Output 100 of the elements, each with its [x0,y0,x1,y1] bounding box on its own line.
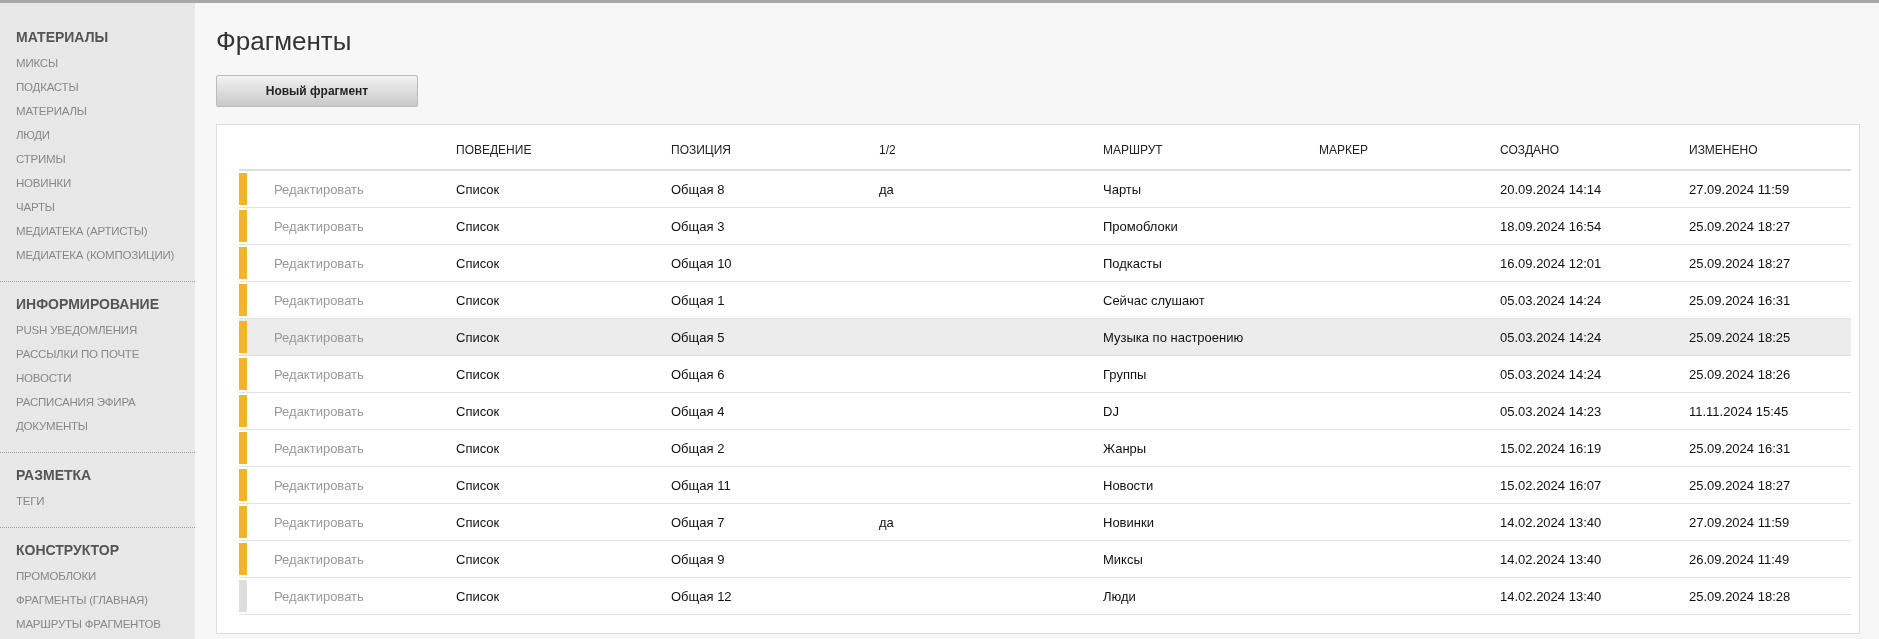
table-cell: Группы [1103,366,1147,382]
edit-link[interactable]: Редактировать [274,440,364,456]
column-header: ПОВЕДЕНИЕ [456,143,533,157]
sidebar-item[interactable]: МАТЕРИАЛЫ [16,99,87,123]
table-cell: 25.09.2024 16:31 [1689,292,1791,308]
table-cell: 26.09.2024 11:49 [1689,551,1790,567]
page-title: Фрагменты [216,25,352,57]
table-cell: Новинки [1103,514,1154,530]
edit-link[interactable]: Редактировать [274,366,364,382]
table-cell: Миксы [1103,551,1143,567]
sidebar-item[interactable]: ФРАГМЕНТЫ (ГЛАВНАЯ) [16,588,148,612]
table-cell: Список [456,255,500,271]
table-cell: 25.09.2024 18:25 [1689,329,1791,345]
sidebar-item[interactable]: МИКСЫ [16,51,58,75]
table-cell: 25.09.2024 18:26 [1689,366,1791,382]
table-cell: 15.02.2024 16:07 [1500,477,1602,493]
table-cell: Чарты [1103,181,1142,197]
edit-link[interactable]: Редактировать [274,181,364,197]
sidebar-section-title: МАТЕРИАЛЫ [16,29,110,45]
table-cell: 05.03.2024 14:24 [1500,366,1602,382]
table-cell: 05.03.2024 14:24 [1500,329,1602,345]
edit-link[interactable]: Редактировать [274,329,364,345]
sidebar-item[interactable]: НОВОСТИ [16,366,72,390]
table-cell: 18.09.2024 16:54 [1500,218,1602,234]
table-cell: 20.09.2024 14:14 [1500,181,1602,197]
table-cell: Список [456,551,500,567]
sidebar-item[interactable]: СТРИМЫ [16,147,66,171]
table-cell: Список [456,366,500,382]
sidebar-item[interactable]: ПРОМОБЛОКИ [16,564,97,588]
table-cell: Общая 10 [671,255,732,271]
table-cell: 25.09.2024 18:27 [1689,218,1791,234]
table-cell: Список [456,477,500,493]
table-cell: 11.11.2024 15:45 [1689,403,1789,419]
table-cell: 16.09.2024 12:01 [1500,255,1602,271]
table-cell: Общая 8 [671,181,725,197]
table-cell: 14.02.2024 13:40 [1500,514,1602,530]
table-cell: Общая 12 [671,588,732,604]
sidebar-item[interactable]: РАССЫЛКИ ПО ПОЧТЕ [16,342,140,366]
table-cell: 05.03.2024 14:24 [1500,292,1602,308]
table-cell: Список [456,588,500,604]
table-cell: 25.09.2024 16:31 [1689,440,1791,456]
column-header: СОЗДАНО [1500,143,1561,157]
table-cell: Список [456,181,500,197]
table-cell: Список [456,218,500,234]
column-header: ПОЗИЦИЯ [671,143,732,157]
table-cell: 27.09.2024 11:59 [1689,514,1790,530]
table-cell: Общая 2 [671,440,725,456]
table-cell: Подкасты [1103,255,1162,271]
sidebar-item[interactable]: МЕДИАТЕКА (АРТИСТЫ) [16,219,148,243]
column-header: 1/2 [879,143,897,157]
table-cell: 05.03.2024 14:23 [1500,403,1602,419]
table-cell: Общая 3 [671,218,725,234]
column-header: ИЗМЕНЕНО [1689,143,1759,157]
sidebar-item[interactable]: ЛЮДИ [16,123,50,147]
sidebar-item[interactable]: РАСПИСАНИЯ ЭФИРА [16,390,136,414]
edit-link[interactable]: Редактировать [274,292,364,308]
table-cell: Общая 7 [671,514,725,530]
sidebar-item[interactable]: НОВИНКИ [16,171,72,195]
sidebar-item[interactable]: PUSH УВЕДОМЛЕНИЯ [16,318,137,342]
table-cell: Новости [1103,477,1154,493]
sidebar-item[interactable]: ЧАРТЫ [16,195,55,219]
edit-link[interactable]: Редактировать [274,514,364,530]
table-cell: Общая 6 [671,366,725,382]
table-cell: 25.09.2024 18:27 [1689,255,1791,271]
table-cell: 25.09.2024 18:27 [1689,477,1791,493]
sidebar-item[interactable]: ПОДКАСТЫ [16,75,79,99]
table-cell: 14.02.2024 13:40 [1500,551,1602,567]
edit-link[interactable]: Редактировать [274,551,364,567]
table-cell: 25.09.2024 18:28 [1689,588,1791,604]
table-cell: Сейчас слушают [1103,292,1205,308]
table-cell: Список [456,514,500,530]
sidebar-item[interactable]: ДОКУМЕНТЫ [16,414,88,438]
table-cell: да [879,514,894,530]
table-cell: Общая 11 [671,477,731,493]
edit-link[interactable]: Редактировать [274,218,364,234]
table-cell: Список [456,292,500,308]
table-cell: 14.02.2024 13:40 [1500,588,1602,604]
table-cell: Общая 5 [671,329,725,345]
edit-link[interactable]: Редактировать [274,477,364,493]
table-cell: Люди [1103,588,1136,604]
column-header: МАРКЕР [1319,143,1369,157]
sidebar-section-title: КОНСТРУКТОР [16,542,121,558]
table-cell: DJ [1103,403,1119,419]
edit-link[interactable]: Редактировать [274,403,364,419]
new-fragment-button[interactable]: Новый фрагмент [216,75,418,107]
table-cell: Список [456,329,500,345]
sidebar-item[interactable]: ТЕГИ [16,489,45,513]
sidebar-item[interactable]: МАРШРУТЫ ФРАГМЕНТОВ [16,612,161,636]
table-cell: Список [456,440,500,456]
column-header: МАРШРУТ [1103,143,1164,157]
table-cell: Общая 4 [671,403,725,419]
sidebar-item[interactable]: МЕДИАТЕКА (КОМПОЗИЦИИ) [16,243,175,267]
table-cell: Промоблоки [1103,218,1178,234]
edit-link[interactable]: Редактировать [274,255,364,271]
table-cell: Общая 1 [671,292,725,308]
table-cell: Список [456,403,500,419]
table-cell: да [879,181,894,197]
table-cell: 15.02.2024 16:19 [1500,440,1602,456]
edit-link[interactable]: Редактировать [274,588,364,604]
sidebar-section-title: ИНФОРМИРОВАНИЕ [16,296,160,312]
